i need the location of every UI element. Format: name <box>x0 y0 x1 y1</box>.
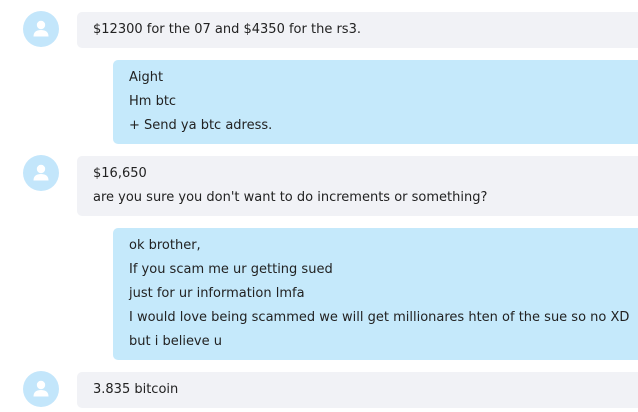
incoming-message-bubble[interactable]: 3.835 bitcoin <box>77 372 638 408</box>
sender-avatar[interactable] <box>23 371 59 407</box>
message-text: Hm btc <box>129 94 177 109</box>
message-text: but i believe u <box>129 334 222 349</box>
outgoing-message-bubble[interactable]: ok brother, If you scam me ur getting su… <box>113 228 638 360</box>
message-text: Aight <box>129 70 164 85</box>
message-text: ok brother, <box>129 238 201 253</box>
outgoing-message-bubble[interactable]: Aight Hm btc + Send ya btc adress. <box>113 60 638 144</box>
message-text: If you scam me ur getting sued <box>129 262 333 277</box>
default-user-avatar-icon <box>33 164 49 181</box>
message-text: + Send ya btc adress. <box>129 118 273 133</box>
incoming-message-bubble[interactable]: $12300 for the 07 and $4350 for the rs3. <box>77 12 638 48</box>
message-text: just for ur information lmfa <box>129 286 305 301</box>
sender-avatar[interactable] <box>23 155 59 191</box>
default-user-avatar-icon <box>33 20 49 37</box>
incoming-message-bubble[interactable]: $16,650 are you sure you don't want to d… <box>77 156 638 216</box>
default-user-avatar-icon <box>33 380 49 397</box>
sender-avatar[interactable] <box>23 11 59 47</box>
message-text: 3.835 bitcoin <box>93 382 179 397</box>
message-text: $16,650 <box>93 166 147 181</box>
message-text: I would love being scammed we will get m… <box>129 310 630 325</box>
message-text: $12300 for the 07 and $4350 for the rs3. <box>93 22 361 37</box>
message-text: are you sure you don't want to do increm… <box>93 190 488 205</box>
